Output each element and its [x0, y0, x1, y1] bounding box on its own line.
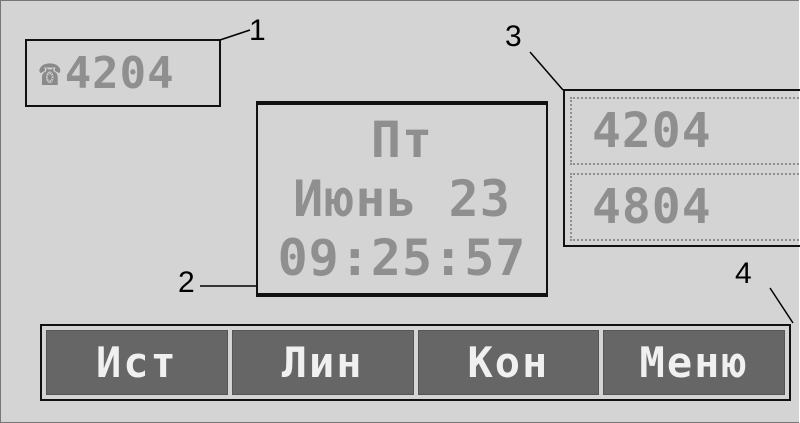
callout-number-4: 4 — [735, 257, 752, 290]
callout-line-4 — [769, 287, 794, 324]
callout-line-1 — [219, 29, 251, 41]
callout-number-3: 3 — [505, 20, 522, 53]
callout-number-2: 2 — [178, 266, 195, 299]
callout-line-3 — [529, 51, 564, 91]
callout-lines — [200, 29, 794, 324]
callout-number-1: 1 — [249, 14, 266, 47]
